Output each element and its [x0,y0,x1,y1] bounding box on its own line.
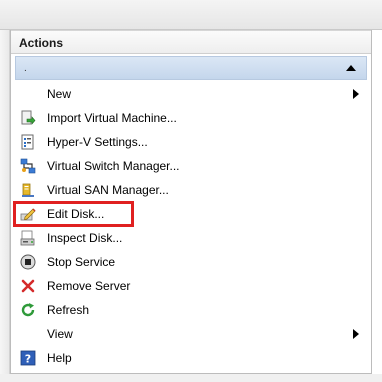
blank-icon [19,325,37,343]
menu-item-new[interactable]: New [11,82,371,106]
menu-item-label: Import Virtual Machine... [47,111,177,125]
menu-item-remove-server[interactable]: Remove Server [11,274,371,298]
actions-pane: Actions . New Import Virtual Machine... [10,30,372,374]
menu-item-hyperv-settings[interactable]: Hyper-V Settings... [11,130,371,154]
menu-item-label: Refresh [47,303,90,317]
edit-disk-icon [19,205,37,223]
menu-item-label: View [47,327,73,341]
menu-item-stop-service[interactable]: Stop Service [11,250,371,274]
menu-item-label: Help [47,351,72,365]
remove-icon [19,277,37,295]
section-header[interactable]: . [15,56,367,80]
bottom-edge [0,374,382,382]
menu-item-import-vm[interactable]: Import Virtual Machine... [11,106,371,130]
svg-text:?: ? [25,353,31,366]
menu-item-label: Virtual SAN Manager... [47,183,169,197]
submenu-arrow-icon [353,329,359,339]
menu-item-virtual-san-manager[interactable]: Virtual SAN Manager... [11,178,371,202]
menu-item-label: Edit Disk... [47,207,105,221]
menu-item-label: Hyper-V Settings... [47,135,148,149]
settings-icon [19,133,37,151]
menu-item-edit-disk[interactable]: Edit Disk... [11,202,371,226]
menu-item-inspect-disk[interactable]: Inspect Disk... [11,226,371,250]
menu-item-view[interactable]: View [11,322,371,346]
menu-item-label: Stop Service [47,255,116,269]
stop-icon [19,253,37,271]
refresh-icon [19,301,37,319]
submenu-arrow-icon [353,89,359,99]
menu-item-refresh[interactable]: Refresh [11,298,371,322]
san-icon [19,181,37,199]
import-vm-icon [19,109,37,127]
actions-pane-title: Actions [11,30,371,54]
blank-icon [19,85,37,103]
menu-item-virtual-switch-manager[interactable]: Virtual Switch Manager... [11,154,371,178]
collapse-up-icon[interactable] [346,65,356,71]
menu-item-label: Virtual Switch Manager... [47,159,180,173]
section-label: . [24,63,27,74]
menu-item-help[interactable]: ? Help [11,346,371,370]
left-pane-edge [0,30,10,382]
inspect-disk-icon [19,229,37,247]
switch-icon [19,157,37,175]
actions-menu: New Import Virtual Machine... Hyper-V Se… [11,82,371,370]
menu-item-label: Inspect Disk... [47,231,123,245]
window-top-bar [0,0,382,30]
menu-item-label: Remove Server [47,279,131,293]
menu-item-label: New [47,87,72,101]
help-icon: ? [19,349,37,367]
